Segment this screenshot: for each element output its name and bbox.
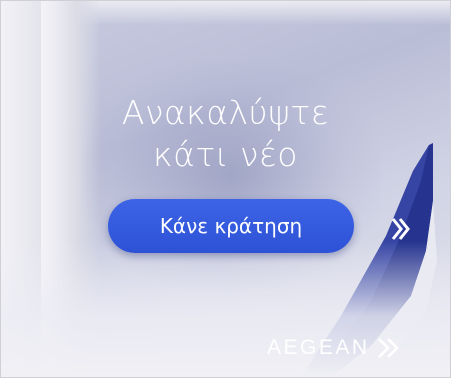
headline-line-2: κάτι νέο bbox=[153, 135, 298, 174]
aegean-logo[interactable]: AEGEAN bbox=[267, 333, 404, 363]
aegean-banner-ad[interactable]: Ανακαλύψτε κάτι νέο Κάνε κράτηση AEGEAN bbox=[0, 0, 451, 378]
book-now-button[interactable]: Κάνε κράτηση bbox=[108, 199, 354, 253]
brand-name: AEGEAN bbox=[267, 336, 370, 359]
headline-line-1: Ανακαλύψτε bbox=[121, 93, 330, 132]
aegean-chevron-icon bbox=[377, 338, 399, 358]
